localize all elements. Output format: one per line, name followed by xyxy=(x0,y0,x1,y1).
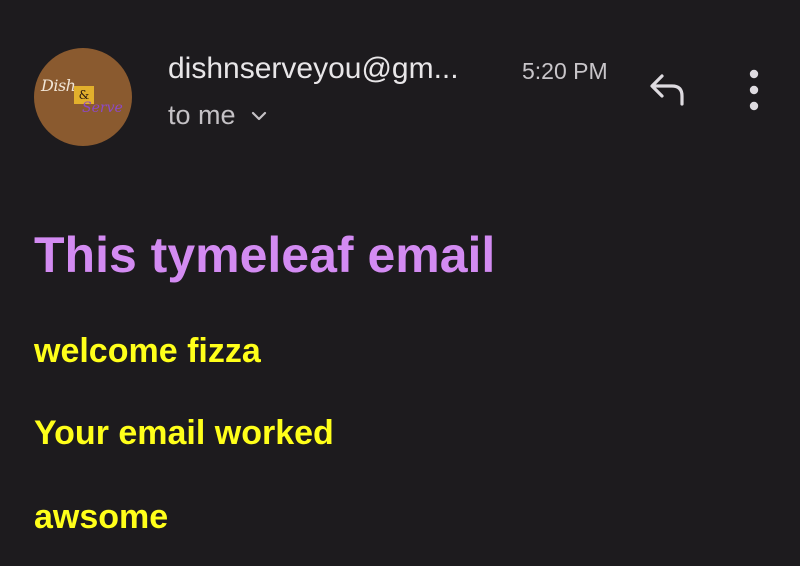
sender-avatar[interactable]: Dish & Serve xyxy=(34,48,132,146)
reply-button[interactable] xyxy=(646,70,690,110)
email-body-line: welcome fizza xyxy=(34,332,261,370)
email-timestamp: 5:20 PM xyxy=(522,58,608,84)
sender-address[interactable]: dishnserveyou@gm... xyxy=(168,52,459,86)
reply-icon xyxy=(650,74,684,106)
email-heading: This tymeleaf email xyxy=(34,227,496,283)
email-body-line: Your email worked xyxy=(34,414,334,452)
avatar-logo-text: Dish xyxy=(41,76,76,95)
chevron-down-icon xyxy=(251,111,266,120)
more-options-button[interactable] xyxy=(740,66,768,114)
recipient-details-toggle[interactable]: to me xyxy=(168,100,268,131)
email-body-line: awsome xyxy=(34,498,169,536)
recipient-label: to me xyxy=(168,100,236,130)
avatar-logo-subtext: Serve xyxy=(82,100,123,116)
more-vert-icon xyxy=(749,69,759,111)
email-view: Dish & Serve dishnserveyou@gm... 5:20 PM… xyxy=(0,0,800,566)
